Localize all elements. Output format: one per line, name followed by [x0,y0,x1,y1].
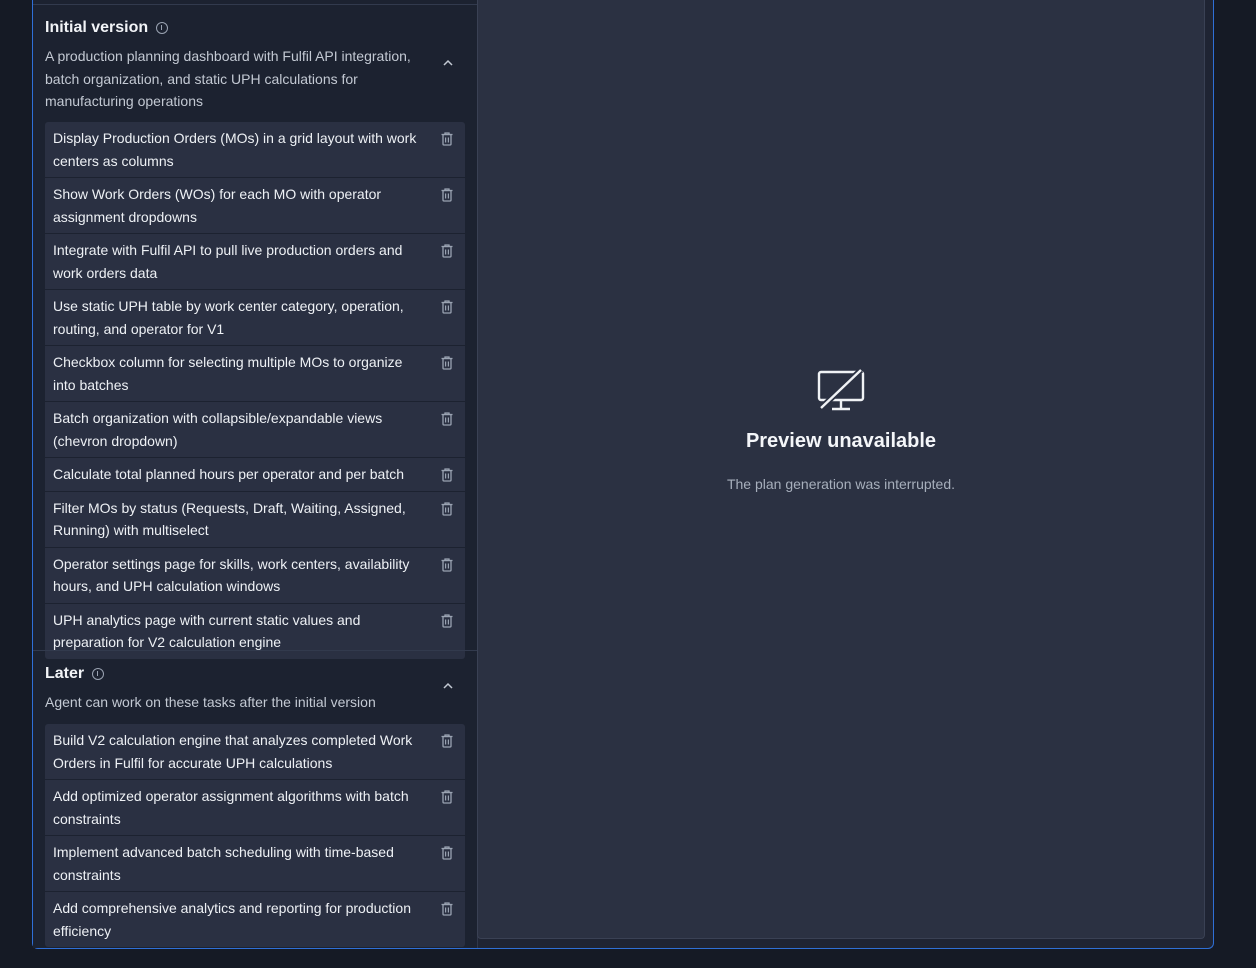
task-item[interactable]: Build V2 calculation engine that analyze… [45,724,465,780]
task-text: Integrate with Fulfil API to pull live p… [53,242,403,281]
trash-icon[interactable] [440,355,454,371]
section-title: Initial version [45,19,149,36]
trash-icon[interactable] [440,299,454,315]
task-item[interactable]: Add comprehensive analytics and reportin… [45,892,465,947]
task-item[interactable]: Operator settings page for skills, work … [45,548,465,604]
task-item[interactable]: Use static UPH table by work center cate… [45,290,465,346]
section-description: Agent can work on these tasks after the … [45,694,376,710]
task-item[interactable]: Implement advanced batch scheduling with… [45,836,465,892]
section-title: Later [45,665,85,682]
trash-icon[interactable] [440,411,454,427]
trash-icon[interactable] [440,187,454,203]
trash-icon[interactable] [440,733,454,749]
task-text: Show Work Orders (WOs) for each MO with … [53,186,382,225]
trash-icon[interactable] [440,557,454,573]
chevron-up-icon[interactable] [441,56,455,70]
initial-version-section: Initial version A production planning da… [45,17,465,113]
trash-icon[interactable] [440,613,454,629]
task-text: Calculate total planned hours per operat… [53,466,405,482]
preview-subtitle: The plan generation was interrupted. [726,476,956,492]
task-text: Build V2 calculation engine that analyze… [53,732,413,771]
plan-panel: Initial version A production planning da… [32,0,1214,949]
task-text: Implement advanced batch scheduling with… [53,844,394,883]
plan-sidebar: Initial version A production planning da… [33,0,478,948]
monitor-off-icon [817,368,865,411]
trash-icon[interactable] [440,845,454,861]
task-item[interactable]: Checkbox column for selecting multiple M… [45,346,465,402]
preview-title: Preview unavailable [745,430,937,452]
later-task-list: Build V2 calculation engine that analyze… [45,724,465,947]
initial-task-list: Display Production Orders (MOs) in a gri… [45,122,465,659]
later-section: Later Agent can work on these tasks afte… [45,663,465,714]
task-item[interactable]: Display Production Orders (MOs) in a gri… [45,122,465,178]
task-text: Use static UPH table by work center cate… [53,298,404,337]
task-text: Add optimized operator assignment algori… [53,788,409,827]
task-item[interactable]: Filter MOs by status (Requests, Draft, W… [45,492,465,548]
task-text: Batch organization with collapsible/expa… [53,410,383,449]
divider [33,650,477,651]
task-text: Operator settings page for skills, work … [53,555,410,595]
preview-pane: Preview unavailable The plan generation … [477,0,1205,939]
info-icon[interactable] [92,668,105,680]
task-item[interactable]: Show Work Orders (WOs) for each MO with … [45,178,465,234]
task-text: UPH analytics page with current static v… [53,611,361,651]
task-item[interactable]: Integrate with Fulfil API to pull live p… [45,234,465,290]
task-text: Filter MOs by status (Requests, Draft, W… [53,499,406,539]
section-description: A production planning dashboard with Ful… [45,48,411,109]
trash-icon[interactable] [440,131,454,147]
task-item[interactable]: Calculate total planned hours per operat… [45,458,465,492]
info-icon[interactable] [156,22,169,34]
task-item[interactable]: Batch organization with collapsible/expa… [45,402,465,458]
task-text: Display Production Orders (MOs) in a gri… [53,130,417,169]
task-item[interactable]: Add optimized operator assignment algori… [45,780,465,836]
chevron-up-icon[interactable] [441,679,455,693]
trash-icon[interactable] [440,467,454,483]
trash-icon[interactable] [440,901,454,917]
trash-icon[interactable] [440,789,454,805]
trash-icon[interactable] [440,243,454,259]
trash-icon[interactable] [440,501,454,517]
task-text: Checkbox column for selecting multiple M… [53,354,403,393]
divider [33,4,477,5]
task-text: Add comprehensive analytics and reportin… [53,900,411,939]
